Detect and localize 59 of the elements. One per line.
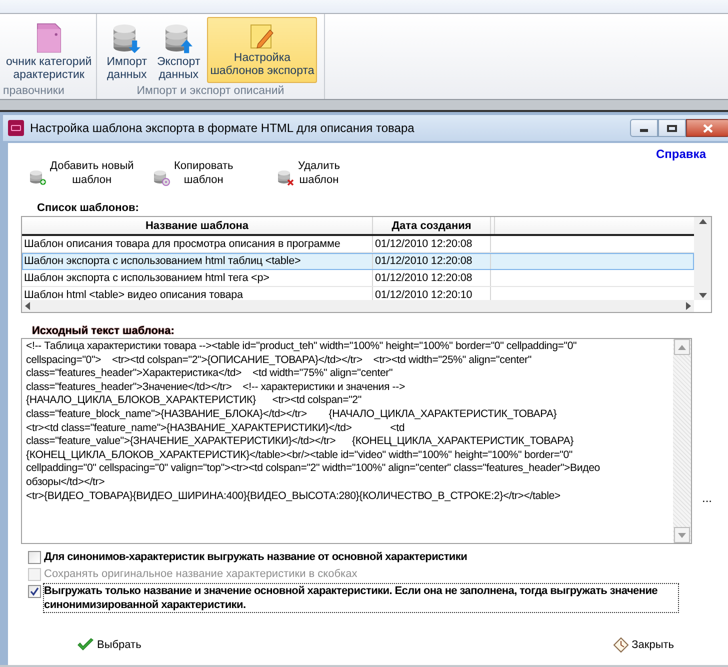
code-line: <!-- Таблица характеристики товара --><table id="product_teh" width="100%" height="100%" border="0" cellpadding="0" (26, 340, 578, 354)
table-cell: 01/12/2010 12:20:08 (373, 253, 491, 270)
templates-label: Список шаблонов: (37, 201, 140, 215)
code-line: <tr><td class="feature_name">{НАЗВАНИЕ_ХАРАКТЕРИСТИКИ}</td> <td (26, 422, 406, 436)
ribbon-group-label: Импорт и экспорт описаний (136, 84, 284, 99)
table-cell: Шаблон экспорта с использованием html тега <p> (22, 270, 373, 286)
code-line: cellpadding="0" cellspacing="0" valign="top"><tr><td colspan="2" width="100%" align="center" class="features_header">Видео (26, 462, 601, 476)
table-cell: Шаблон экспорта с использованием html таблиц <table> (22, 253, 373, 270)
close-button[interactable] (686, 119, 728, 137)
dialog-button[interactable]: Закрыть (612, 637, 674, 654)
database-plus-icon (29, 168, 46, 186)
checkmark-icon (77, 638, 94, 652)
ribbon-button[interactable]: Экспорт данных (154, 17, 204, 83)
ribbon-button[interactable]: Импорт данных (104, 17, 150, 83)
checkbox-label[interactable]: Выгружать только название и значение основной характеристики. Если она не заполнена, тогда выгружать значение синонимизированной характеристики. (44, 584, 678, 612)
table-row[interactable]: Шаблон экспорта с использованием html таблиц <table> 01/12/2010 12:20:08 (22, 253, 694, 270)
toolbar-button[interactable]: Удалить шаблон (277, 159, 389, 187)
ribbon-button[interactable]: очник категорий арактеристик (3, 17, 95, 83)
close-icon (703, 124, 713, 132)
table-cell: 01/12/2010 12:20:08 (373, 270, 491, 286)
table-row[interactable]: Шаблон экспорта с использованием html тега <p> 01/12/2010 12:20:08 (22, 270, 694, 287)
database-disc-icon (153, 168, 170, 186)
checkbox-label[interactable]: Для синонимов-характеристик выгружать название от основной характеристики (44, 550, 468, 564)
ribbon-button[interactable]: Настройка шаблонов экспорта (207, 17, 318, 83)
code-line: class="feature_block_name">{НАЗВАНИЕ_БЛОКА}</td></tr> {НАЧАЛО_ЦИКЛА_ХАРАКТЕРИСТИК_ТОВАРА} (26, 408, 558, 422)
minimize-button[interactable] (630, 119, 658, 137)
code-line: class="features_header">Характеристика</td> <td width="75%" align="center" (26, 367, 394, 381)
note-pencil-icon (249, 22, 276, 50)
app-icon (8, 120, 24, 136)
column-header[interactable]: Название шаблона (22, 217, 373, 234)
scrollbar[interactable] (694, 217, 711, 300)
toolbar-button[interactable]: Добавить новый шаблон (29, 159, 141, 187)
window-title: Настройка шаблона экспорта в формате HTML для описания товара (30, 120, 414, 137)
code-line: обзоры</td></tr> (26, 476, 106, 490)
ribbon-group-label: правочники (3, 84, 64, 99)
checkbox[interactable] (28, 551, 41, 564)
more-button[interactable]: ... (702, 492, 712, 504)
code-line: {КОНЕЦ_ЦИКЛА_БЛОКОВ_ХАРАКТЕРИСТИК}</table><br/><table id="video" width="100%" height="100%" border="0" (26, 448, 574, 462)
clock-icon (612, 637, 629, 654)
code-line: class="feature_value">{ЗНАЧЕНИЕ_ХАРАКТЕРИСТИКИ}</td></tr> {КОНЕЦ_ЦИКЛА_ХАРАКТЕРИСТИК_ТОВАРА} (26, 435, 574, 449)
scroll-up-icon[interactable] (698, 219, 706, 224)
dialog-button[interactable]: Выбрать (77, 637, 142, 654)
scroll-left-icon[interactable] (25, 302, 30, 310)
code-line: <tr>{ВИДЕО_ТОВАРА}{ВИДЕО_ШИРИНА:400}{ВИДЕО_ВЫСОТА:280}{КОЛИЧЕСТВО_В_СТРОКЕ:2}</tr></table> (26, 490, 562, 504)
scroll-down-icon[interactable] (698, 293, 706, 298)
table-cell: Шаблон описания товара для просмотра описания в программе (22, 236, 373, 252)
scroll-right-icon[interactable] (686, 302, 691, 310)
database-cross-icon (277, 168, 294, 186)
source-label: Исходный текст шаблона: (32, 325, 176, 338)
code-line: cellspacing="0"> <tr><td colspan="2">{ОПИСАНИЕ_ТОВАРА}</td></tr> <tr><td width="25%" align="center" (26, 354, 532, 368)
toolbar-button[interactable]: Копировать шаблон (153, 159, 265, 187)
maximize-button[interactable] (658, 119, 686, 137)
code-line: {НАЧАЛО_ЦИКЛА_БЛОКОВ_ХАРАКТЕРИСТИК} <tr><td colspan="2" (26, 394, 362, 408)
table-cell: 01/12/2010 12:20:08 (373, 236, 491, 252)
help-link[interactable]: Справка (656, 145, 706, 163)
checkbox[interactable] (28, 585, 41, 598)
code-line: class="features_header">Значение</td></tr> <!-- характеристики и значения --> (26, 380, 406, 394)
scrollbar[interactable] (22, 300, 694, 312)
column-header[interactable]: Дата создания (373, 217, 491, 234)
